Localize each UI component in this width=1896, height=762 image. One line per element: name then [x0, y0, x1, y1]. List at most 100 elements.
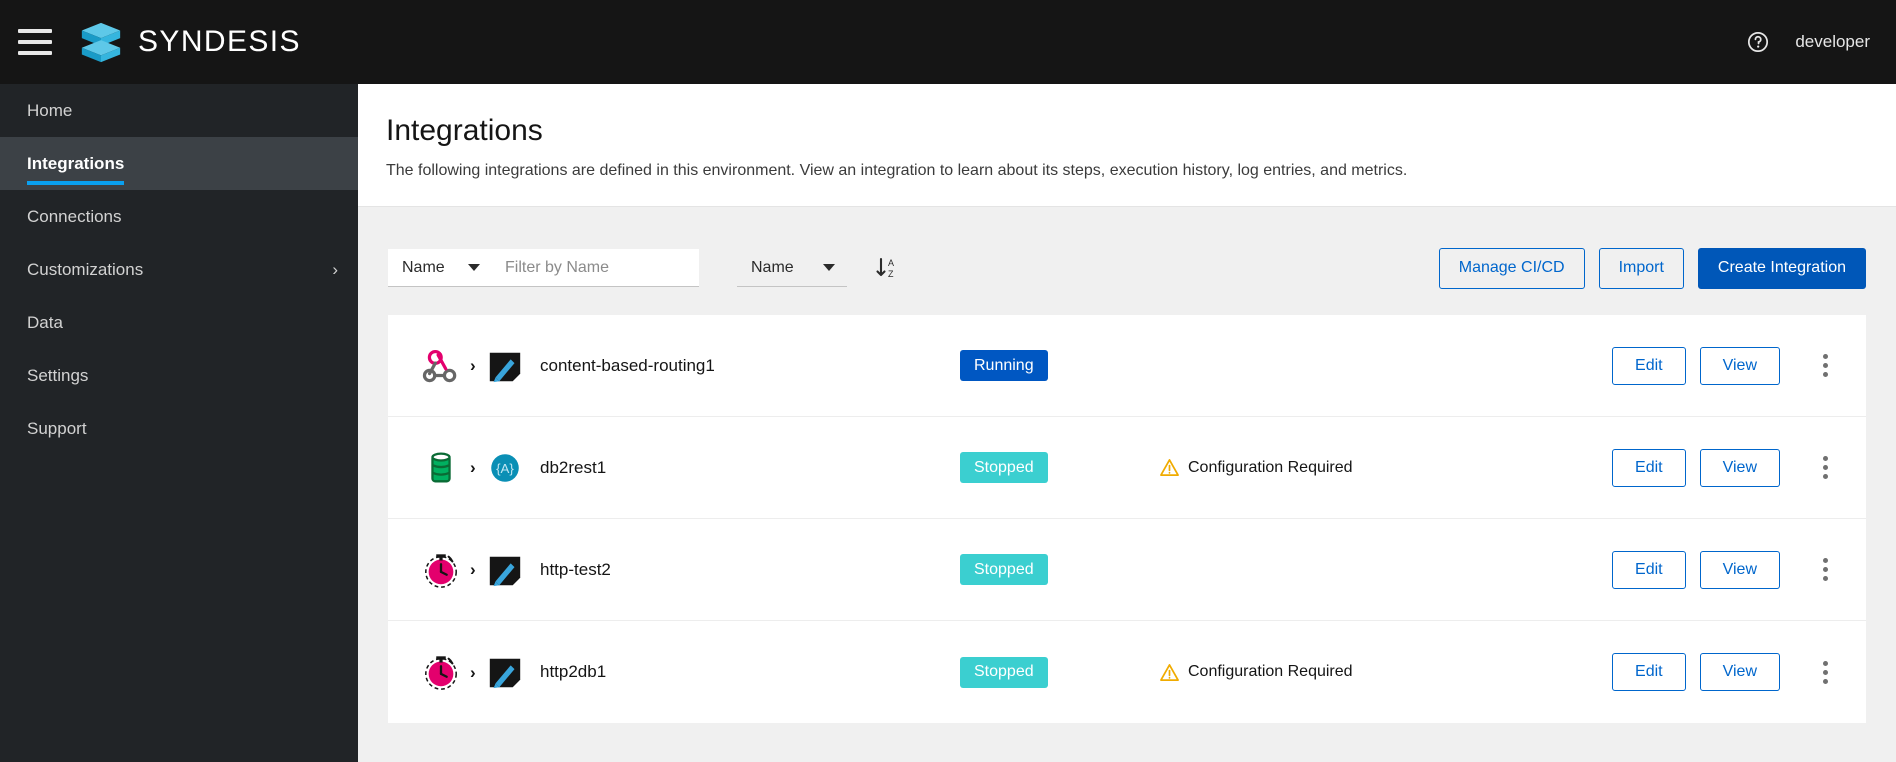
- row-actions: Edit View: [1612, 346, 1846, 385]
- sidebar-item-label: Customizations: [27, 259, 144, 279]
- svg-text:A: A: [888, 258, 894, 268]
- integration-name: http-test2: [540, 559, 611, 579]
- table-row[interactable]: › http-test2 Stopped Edit View: [388, 519, 1866, 621]
- sidebar-item-settings[interactable]: Settings: [0, 349, 358, 402]
- sort-field-select[interactable]: Name: [737, 249, 847, 287]
- kebab-menu-icon[interactable]: [1810, 553, 1840, 587]
- edit-button[interactable]: Edit: [1612, 346, 1686, 385]
- integration-step-icons: ›: [422, 551, 540, 589]
- view-button[interactable]: View: [1699, 653, 1780, 691]
- kebab-menu-icon[interactable]: [1810, 655, 1840, 689]
- edit-button[interactable]: Edit: [1612, 550, 1686, 589]
- chevron-down-icon: [468, 264, 480, 271]
- sidebar-item-customizations[interactable]: Customizations ›: [0, 243, 358, 296]
- edit-button[interactable]: Edit: [1612, 653, 1686, 691]
- status-cell: Running: [960, 350, 1160, 381]
- database-icon: [431, 452, 451, 482]
- warning-triangle-icon: [1160, 459, 1179, 476]
- filter-field-value: Name: [402, 258, 445, 276]
- integration-step-icons: ›: [422, 653, 540, 691]
- masthead-actions: developer: [1747, 31, 1870, 53]
- chevron-right-icon: ›: [332, 260, 338, 279]
- sidebar-item-label: Integrations: [27, 153, 125, 185]
- manage-cicd-button[interactable]: Manage CI/CD: [1438, 247, 1585, 289]
- table-row[interactable]: › http2db1 Stopped Configuration Require…: [388, 621, 1866, 723]
- table-row[interactable]: › content-based-routing1 Running Edit Vi…: [388, 315, 1866, 417]
- brand-name: SYNDESIS: [138, 25, 301, 58]
- sort-alpha-asc-icon: A Z: [876, 257, 894, 279]
- step-separator: ›: [470, 356, 476, 375]
- warning-cell: Configuration Required: [1160, 458, 1612, 477]
- sidebar-item-connections[interactable]: Connections: [0, 190, 358, 243]
- row-actions: Edit View: [1612, 653, 1846, 691]
- brand[interactable]: SYNDESIS: [78, 19, 301, 65]
- warning-triangle-icon: [1160, 663, 1179, 681]
- masthead: SYNDESIS developer: [0, 0, 1896, 84]
- integration-name: db2rest1: [540, 457, 607, 477]
- status-badge: Stopped: [960, 452, 1048, 483]
- step-separator: ›: [470, 458, 476, 477]
- timer-icon: [425, 553, 457, 588]
- sidebar-item-label: Connections: [27, 206, 122, 226]
- kebab-menu-icon[interactable]: [1810, 349, 1840, 383]
- step-separator: ›: [470, 560, 476, 579]
- hamburger-icon[interactable]: [18, 29, 52, 55]
- row-actions: Edit View: [1612, 550, 1846, 589]
- warning-text: Configuration Required: [1188, 663, 1353, 680]
- step-separator: ›: [470, 662, 476, 682]
- svg-text:Z: Z: [888, 269, 894, 279]
- status-cell: Stopped: [960, 554, 1160, 585]
- syndesis-logo-icon: [81, 22, 121, 63]
- sidebar: Home Integrations Connections Customizat…: [0, 84, 358, 762]
- search-input[interactable]: [492, 249, 699, 287]
- page-header: Integrations The following integrations …: [358, 84, 1896, 207]
- sidebar-item-integrations[interactable]: Integrations: [0, 137, 358, 190]
- kebab-menu-icon[interactable]: [1810, 451, 1840, 485]
- status-cell: Stopped: [960, 452, 1160, 483]
- create-integration-button[interactable]: Create Integration: [1697, 247, 1866, 289]
- page-description: The following integrations are defined i…: [386, 162, 1408, 179]
- sidebar-item-label: Support: [27, 418, 87, 438]
- sidebar-item-support[interactable]: Support: [0, 402, 358, 455]
- integration-name: http2db1: [540, 662, 607, 681]
- edit-button[interactable]: Edit: [1612, 448, 1686, 487]
- row-actions: Edit View: [1612, 448, 1846, 487]
- integration-step-icons: ›: [422, 347, 540, 385]
- username-label[interactable]: developer: [1795, 32, 1870, 52]
- warning-text: Configuration Required: [1188, 458, 1353, 476]
- view-button[interactable]: View: [1699, 346, 1780, 385]
- warning-cell: Configuration Required: [1160, 663, 1612, 682]
- api-provider-icon: {A}: [490, 453, 519, 482]
- sidebar-item-data[interactable]: Data: [0, 296, 358, 349]
- timer-icon: [425, 656, 457, 690]
- svg-text:{A}: {A}: [496, 461, 514, 476]
- integration-step-icons: › {A}: [422, 449, 540, 487]
- sort-direction-button[interactable]: A Z: [869, 251, 903, 285]
- log-step-icon: [489, 658, 520, 689]
- sidebar-item-label: Home: [27, 100, 73, 120]
- webhook-icon: [422, 349, 457, 382]
- status-badge: Stopped: [960, 656, 1048, 688]
- import-button[interactable]: Import: [1598, 247, 1684, 289]
- integration-name: content-based-routing1: [540, 355, 715, 375]
- view-button[interactable]: View: [1699, 550, 1780, 589]
- main-content: Integrations The following integrations …: [358, 84, 1896, 762]
- log-step-icon: [489, 352, 520, 382]
- filter-field-select[interactable]: Name: [388, 249, 492, 287]
- view-button[interactable]: View: [1699, 448, 1780, 487]
- log-step-icon: [489, 556, 520, 586]
- sidebar-item-label: Settings: [27, 365, 89, 385]
- toolbar-actions: Manage CI/CD Import Create Integration: [1438, 247, 1866, 289]
- sort-field-value: Name: [751, 258, 794, 276]
- status-badge: Stopped: [960, 554, 1048, 585]
- help-circle-icon[interactable]: [1747, 31, 1769, 53]
- page-title: Integrations: [386, 114, 543, 147]
- integration-list: › content-based-routing1 Running Edit Vi…: [358, 303, 1896, 723]
- chevron-down-icon: [823, 264, 835, 271]
- status-cell: Stopped: [960, 656, 1160, 688]
- sidebar-item-home[interactable]: Home: [0, 84, 358, 137]
- status-badge: Running: [960, 350, 1048, 381]
- sidebar-item-label: Data: [27, 312, 63, 332]
- toolbar: Name Name A Z Manage CI/CD Import Create…: [358, 207, 1896, 303]
- table-row[interactable]: › {A} db2rest1 Stopped Configuration Req…: [388, 417, 1866, 519]
